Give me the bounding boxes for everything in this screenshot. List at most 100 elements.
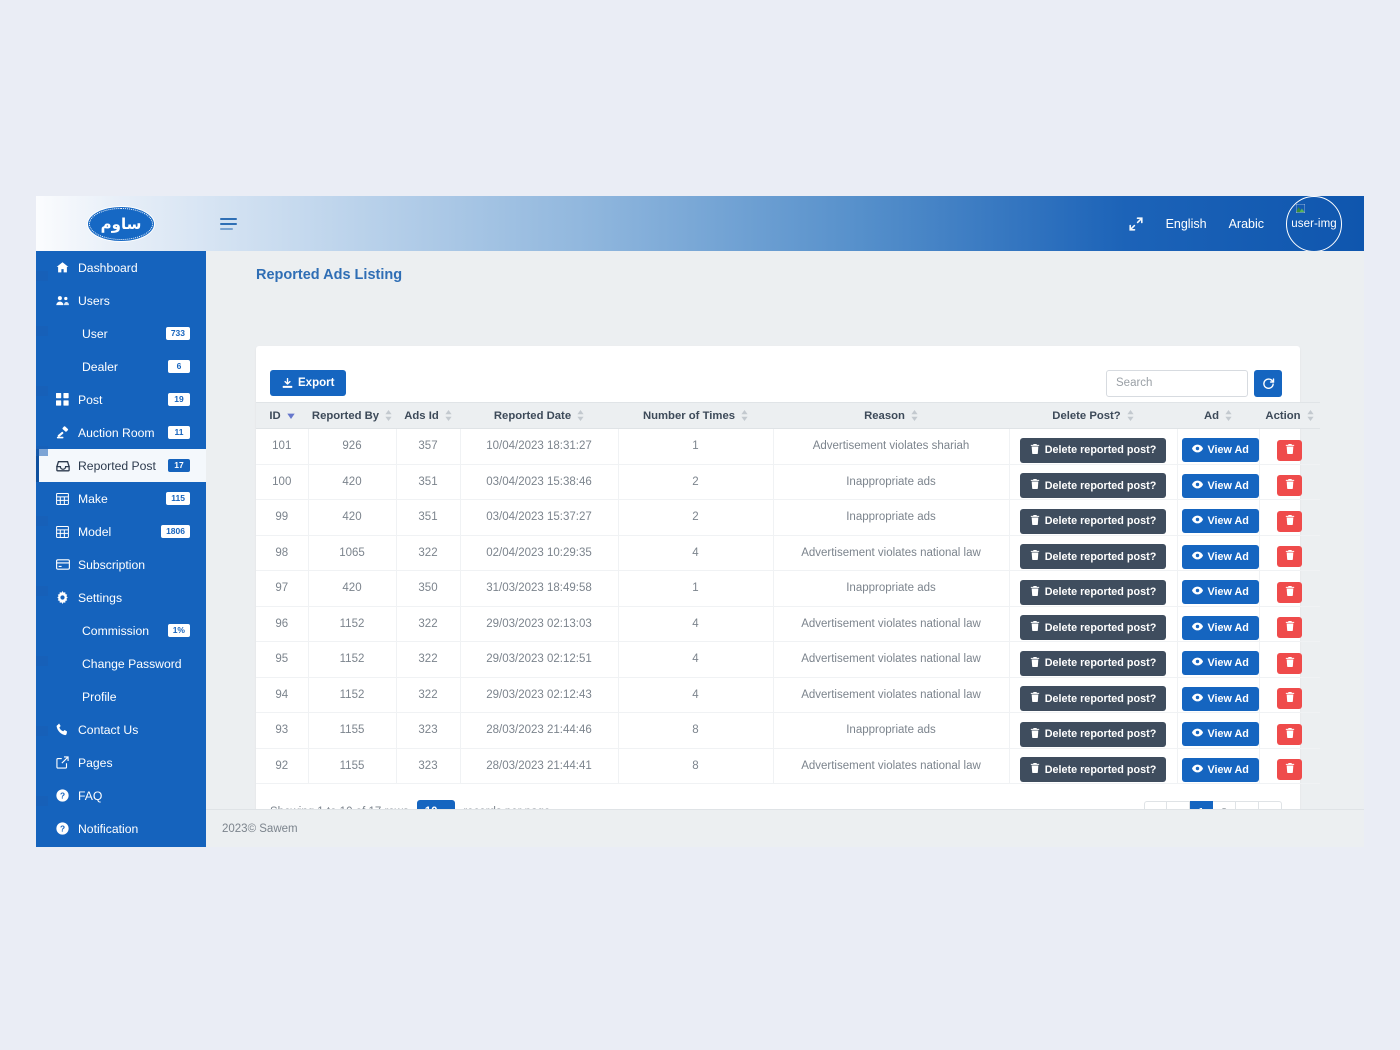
delete-row-button[interactable] — [1277, 510, 1303, 532]
sidebar-item-profile[interactable]: Profile — [36, 680, 206, 713]
delete-row-button[interactable] — [1277, 546, 1303, 568]
row-number-of-times: 8 — [618, 712, 774, 749]
column-header-id[interactable]: ID — [256, 402, 308, 429]
delete-reported-post-button[interactable]: Delete reported post? — [1019, 650, 1167, 676]
delete-reported-post-button[interactable]: Delete reported post? — [1019, 721, 1167, 747]
sidebar-item-badge: 115 — [166, 491, 190, 506]
sidebar-item-auction-room[interactable]: Auction Room 11 — [36, 416, 206, 449]
row-ad-cell: View Ad — [1177, 428, 1260, 465]
sidebar-item-label: Dealer — [82, 359, 118, 374]
sidebar-item-label: Profile — [82, 689, 117, 704]
sidebar-item-model[interactable]: Model 1806 — [36, 515, 206, 548]
delete-row-button[interactable] — [1277, 581, 1303, 603]
sidebar-item-post[interactable]: Post 19 — [36, 383, 206, 416]
delete-reported-post-button[interactable]: Delete reported post? — [1019, 508, 1167, 534]
column-header-label: Ad — [1203, 409, 1220, 422]
sidebar-item-dealer[interactable]: Dealer 6 — [36, 350, 206, 383]
view-ad-button[interactable]: View Ad — [1181, 544, 1259, 569]
search-input[interactable] — [1106, 369, 1248, 397]
reported-ads-table: ID Reported By Ads Id Reported Date Number o… — [256, 402, 1320, 784]
question-icon: ? — [56, 789, 78, 802]
view-ad-button[interactable]: View Ad — [1181, 686, 1259, 711]
sidebar-item-change-password[interactable]: Change Password — [36, 647, 206, 680]
sidebar-item-subscription[interactable]: Subscription — [36, 548, 206, 581]
view-ad-button[interactable]: View Ad — [1181, 615, 1259, 640]
sidebar-item-user[interactable]: User 733 — [36, 317, 206, 350]
sidebar-item-badge: 733 — [165, 326, 190, 341]
row-reported-by: 1155 — [308, 712, 397, 749]
delete-row-button[interactable] — [1277, 723, 1303, 745]
lang-arabic-link[interactable]: Arabic — [1229, 217, 1264, 231]
view-ad-button[interactable]: View Ad — [1181, 580, 1259, 605]
row-number-of-times: 1 — [618, 570, 774, 607]
delete-row-button[interactable] — [1277, 475, 1303, 497]
view-ad-button[interactable]: View Ad — [1181, 473, 1259, 498]
column-header-number-of-times[interactable]: Number of Times — [618, 402, 773, 429]
export-button[interactable]: Export — [270, 370, 347, 396]
sidebar: Dashboard Users User 733 Dealer 6 Post 19 Auctio… — [36, 251, 206, 847]
delete-reported-post-button[interactable]: Delete reported post? — [1019, 544, 1167, 570]
sidebar-item-make[interactable]: Make 115 — [36, 482, 206, 515]
delete-reported-post-button[interactable]: Delete reported post? — [1019, 473, 1167, 499]
delete-reported-post-button[interactable]: Delete reported post? — [1019, 615, 1167, 641]
delete-reported-post-button[interactable]: Delete reported post? — [1019, 686, 1167, 712]
row-reported-date: 29/03/2023 02:12:51 — [460, 641, 619, 678]
eye-icon — [1191, 693, 1203, 705]
delete-reported-post-button[interactable]: Delete reported post? — [1019, 757, 1167, 783]
column-header-reason[interactable]: Reason — [773, 402, 1009, 429]
row-reported-by: 1152 — [308, 677, 397, 713]
row-action-cell — [1259, 641, 1320, 678]
column-header-ad[interactable]: Ad — [1177, 402, 1259, 429]
delete-row-button[interactable] — [1277, 652, 1303, 674]
delete-reported-post-label: Delete reported post? — [1044, 550, 1157, 563]
lang-english-link[interactable]: English — [1166, 217, 1207, 231]
sidebar-item-reported-post[interactable]: Reported Post 17 — [36, 449, 206, 482]
menu-toggle-icon[interactable] — [220, 214, 240, 234]
sidebar-item-commission[interactable]: Commission 1% — [36, 614, 206, 647]
sidebar-item-partial[interactable] — [36, 845, 206, 847]
delete-reported-post-label: Delete reported post? — [1044, 692, 1157, 705]
delete-reported-post-button[interactable]: Delete reported post? — [1019, 579, 1167, 605]
sidebar-item-users[interactable]: Users — [36, 284, 206, 317]
sidebar-item-dashboard[interactable]: Dashboard — [36, 251, 206, 284]
table-row: 95 1152 322 29/03/2023 02:12:51 4 Advertiseme… — [256, 641, 1320, 678]
row-ad-cell: View Ad — [1177, 570, 1260, 607]
sort-both-icon — [911, 410, 918, 421]
view-ad-label: View Ad — [1207, 515, 1249, 528]
avatar[interactable]: user-img — [1286, 196, 1342, 252]
view-ad-button[interactable]: View Ad — [1181, 757, 1259, 782]
view-ad-button[interactable]: View Ad — [1181, 722, 1259, 747]
column-header-delete-post-[interactable]: Delete Post? — [1009, 402, 1177, 429]
sidebar-item-contact-us[interactable]: Contact Us — [36, 713, 206, 746]
refresh-button[interactable] — [1254, 369, 1282, 397]
sort-both-icon — [385, 410, 392, 421]
view-ad-button[interactable]: View Ad — [1181, 651, 1259, 676]
column-header-action[interactable]: Action — [1259, 402, 1320, 429]
delete-row-button[interactable] — [1277, 617, 1303, 639]
delete-row-button[interactable] — [1277, 439, 1303, 461]
sidebar-item-pages[interactable]: Pages — [36, 746, 206, 779]
column-header-reported-by[interactable]: Reported By — [308, 402, 396, 429]
delete-row-button[interactable] — [1277, 759, 1303, 781]
row-reason: Inappropriate ads — [773, 570, 1010, 607]
view-ad-button[interactable]: View Ad — [1181, 509, 1259, 534]
delete-row-button[interactable] — [1277, 688, 1303, 710]
sidebar-item-settings[interactable]: Settings — [36, 581, 206, 614]
column-header-reported-date[interactable]: Reported Date — [460, 402, 618, 429]
row-reason: Advertisement violates national law — [773, 535, 1010, 571]
row-number-of-times: 4 — [618, 535, 774, 571]
view-ad-button[interactable]: View Ad — [1181, 438, 1259, 463]
row-reported-by: 926 — [308, 428, 397, 465]
fullscreen-icon[interactable] — [1128, 216, 1144, 232]
delete-reported-post-button[interactable]: Delete reported post? — [1019, 437, 1167, 463]
row-ads-id: 351 — [396, 464, 461, 500]
delete-reported-post-label: Delete reported post? — [1044, 515, 1157, 528]
gear-icon — [56, 591, 78, 604]
logo[interactable]: ساوم — [36, 196, 206, 251]
sidebar-item-notification[interactable]: ? Notification — [36, 812, 206, 845]
sidebar-item-faq[interactable]: ? FAQ — [36, 779, 206, 812]
column-header-ads-id[interactable]: Ads Id — [396, 402, 460, 429]
row-reason: Inappropriate ads — [773, 499, 1010, 536]
row-ads-id: 350 — [396, 570, 461, 607]
view-ad-label: View Ad — [1207, 479, 1249, 492]
